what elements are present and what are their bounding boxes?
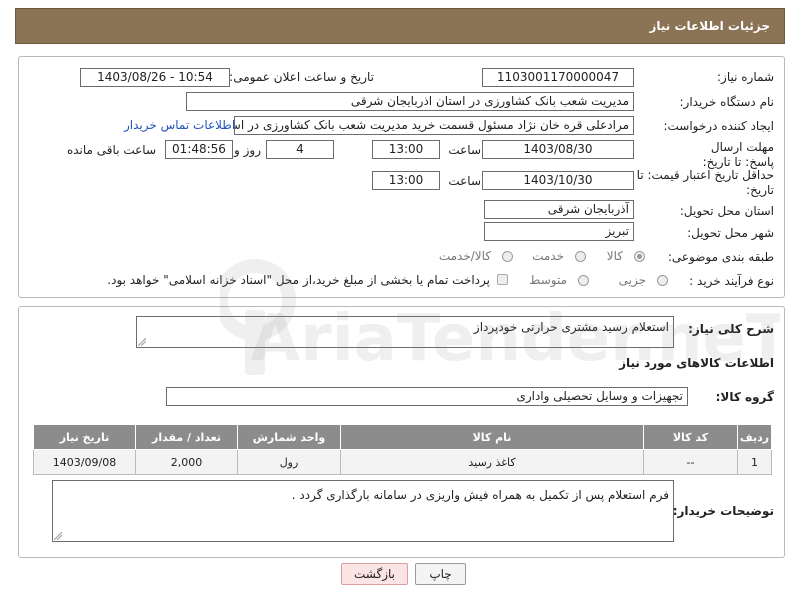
announce-datetime-field: 1403/08/26 - 10:54 <box>80 68 230 87</box>
requester-label: ایجاد کننده درخواست: <box>663 119 774 133</box>
province-field: آذربایجان شرقی <box>484 200 634 219</box>
announce-datetime-label: تاریخ و ساعت اعلان عمومی: <box>229 70 374 84</box>
notes-resize-grip-icon[interactable] <box>54 532 62 540</box>
reply-time-field: 13:00 <box>372 140 440 159</box>
cell-goods-name: کاغذ رسید <box>340 449 644 475</box>
buyer-org-label: نام دستگاه خریدار: <box>679 95 775 109</box>
col-goods-code: کد کالا <box>643 424 738 450</box>
payment-note: پرداخت تمام یا بخشی از مبلغ خرید،از محل … <box>107 273 490 287</box>
delivery-province-label: استان محل تحویل: <box>679 204 774 218</box>
purchase-option-medium: متوسط <box>529 273 567 287</box>
goods-group-label: گروه کالا: <box>715 390 774 404</box>
page-header: جزئیات اطلاعات نیاز <box>15 8 785 44</box>
table-row: 1 -- کاغذ رسید رول 2,000 1403/09/08 <box>33 449 772 475</box>
print-button[interactable]: چاپ <box>415 563 466 585</box>
items-table: ردیف کد کالا نام کالا واحد شمارش تعداد /… <box>33 424 772 475</box>
description-label: شرح کلی نیاز: <box>688 322 774 336</box>
cell-unit: رول <box>237 449 341 475</box>
reply-date-field: 1403/08/30 <box>482 140 634 159</box>
category-option-goods-service: کالا/خدمت <box>438 249 491 263</box>
city-field: تبریز <box>484 222 634 241</box>
need-number-field: 1103001170000047 <box>482 68 634 87</box>
validity-time-field: 13:00 <box>372 171 440 190</box>
cell-need-date: 1403/09/08 <box>33 449 136 475</box>
cell-goods-code: -- <box>643 449 738 475</box>
col-unit: واحد شمارش <box>237 424 341 450</box>
buyer-org-field: مدیریت شعب بانک کشاورزی در استان اذربایج… <box>186 92 634 111</box>
validity-time-label: ساعت <box>448 174 481 188</box>
col-need-date: تاریخ نیاز <box>33 424 136 450</box>
cell-row-number: 1 <box>737 449 772 475</box>
need-number-label: شماره نیاز: <box>717 70 774 84</box>
page-title: جزئیات اطلاعات نیاز <box>649 19 770 33</box>
category-option-goods: کالا <box>606 249 623 263</box>
validity-date-field: 1403/10/30 <box>482 171 634 190</box>
back-button[interactable]: بازگشت <box>341 563 408 585</box>
price-validity-label: حداقل تاریخ اعتبار قیمت: تا تاریخ: <box>636 168 774 197</box>
cell-quantity: 2,000 <box>135 449 238 475</box>
col-row-number: ردیف <box>737 424 772 450</box>
buyer-notes-field: فرم استعلام پس از تکمیل به همراه فیش وار… <box>52 480 674 542</box>
reply-days-field: 4 <box>266 140 334 159</box>
resize-grip-icon[interactable] <box>138 338 146 346</box>
contact-buyer-link[interactable]: اطلاعات تماس خریدار <box>124 118 235 132</box>
remaining-time-field: 01:48:56 <box>165 140 233 159</box>
reply-deadline-label: مهلت ارسال پاسخ: تا تاریخ: <box>702 140 774 169</box>
category-label: طبقه بندی موضوعی: <box>667 250 774 264</box>
purchase-radio-medium[interactable] <box>578 275 589 286</box>
remaining-label: ساعت باقی مانده <box>66 143 156 157</box>
purchase-type-label: نوع فرآیند خرید : <box>689 274 774 288</box>
delivery-city-label: شهر محل تحویل: <box>687 226 774 240</box>
purchase-option-minor: جزیی <box>618 273 646 287</box>
description-field: استعلام رسید مشتری حرارتی خودپرداز <box>136 316 674 348</box>
col-goods-name: نام کالا <box>340 424 644 450</box>
category-radio-goods-service[interactable] <box>502 251 513 262</box>
category-option-service: خدمت <box>532 249 564 263</box>
col-quantity: تعداد / مقدار <box>135 424 238 450</box>
purchase-radio-minor[interactable] <box>657 275 668 286</box>
goods-info-heading: اطلاعات کالاهای مورد نیاز <box>619 356 774 370</box>
payment-treasury-checkbox[interactable] <box>497 274 508 285</box>
category-radio-goods[interactable] <box>634 251 645 262</box>
buyer-notes-label: توضیحات خریدار: <box>672 504 774 518</box>
category-radio-service[interactable] <box>575 251 586 262</box>
goods-group-field: تجهیزات و وسایل تحصیلی واداری <box>166 387 688 406</box>
day-and-label: روز و <box>234 143 261 157</box>
requester-field: مرادعلی قره خان نژاد مسئول قسمت خرید مدی… <box>234 116 634 135</box>
table-header-row: ردیف کد کالا نام کالا واحد شمارش تعداد /… <box>33 424 772 450</box>
reply-time-label: ساعت <box>448 143 481 157</box>
